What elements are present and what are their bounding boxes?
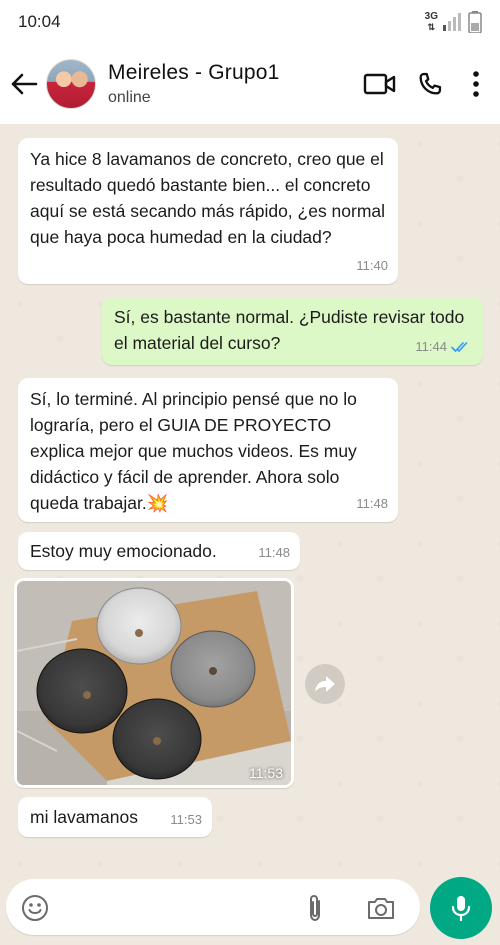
message-meta: 11:53 [170,807,202,833]
more-vertical-icon [473,71,479,97]
chat-area[interactable]: Ya hice 8 lavamanos de concreto, creo qu… [0,124,500,875]
phone-icon [419,72,442,95]
voice-call-button[interactable] [402,62,458,106]
message-time: 11:48 [258,545,290,560]
header-actions [358,62,500,106]
paperclip-icon [310,894,320,922]
camera-icon [368,898,394,919]
network-type-label: 3G [424,11,438,22]
contact-name: Meireles - Grupo1 [108,61,280,84]
network-indicator: 3G ⇅ [424,11,438,33]
data-arrows-icon: ⇅ [427,22,436,32]
message-meta: 11:48 [258,540,290,566]
incoming-message[interactable]: Sí, lo terminé. Al principio pensé que n… [18,378,398,522]
status-time: 10:04 [18,12,61,31]
mic-button[interactable] [430,877,492,939]
message-meta: 11:44 [415,334,471,360]
contact-info[interactable]: Meireles - Grupo1 online [108,61,358,107]
microphone-icon [451,896,471,922]
message-input[interactable] [6,879,420,935]
input-bar [0,875,500,945]
message-text: Sí, lo terminé. Al principio pensé que n… [30,389,357,513]
incoming-message[interactable]: mi lavamanos 11:53 [18,797,212,837]
contact-avatar[interactable] [46,59,96,109]
emoji-icon [22,895,48,921]
sink-photo[interactable]: 11:53 [17,581,291,785]
status-bar: 10:04 3G ⇅ [0,0,500,44]
forward-icon [315,676,335,692]
status-indicators: 3G ⇅ [425,11,482,33]
back-button[interactable] [2,62,46,106]
chat-header: Meireles - Grupo1 online [0,44,500,124]
incoming-message[interactable]: Estoy muy emocionado. 11:48 [18,532,300,570]
arrow-left-icon [11,73,38,95]
emoji-button[interactable] [20,893,50,923]
battery-icon [468,11,482,33]
image-time: 11:53 [249,765,283,781]
message-meta: 11:48 [356,491,388,517]
signal-icon [443,13,461,31]
message-text: Ya hice 8 lavamanos de concreto, creo qu… [30,149,386,247]
message-time: 11:48 [356,496,388,511]
message-text: Estoy muy emocionado. [30,541,217,561]
contact-status: online [108,89,151,106]
message-meta: 11:40 [356,253,388,279]
attach-button[interactable] [300,893,330,923]
camera-button[interactable] [366,893,396,923]
incoming-message[interactable]: Ya hice 8 lavamanos de concreto, creo qu… [18,138,398,284]
message-time: 11:53 [170,812,202,827]
message-time: 11:44 [415,339,447,354]
outgoing-message[interactable]: Sí, es bastante normal. ¿Pudiste revisar… [102,297,483,365]
image-message[interactable]: 11:53 [14,578,294,788]
video-call-button[interactable] [358,62,402,106]
menu-button[interactable] [458,62,494,106]
video-camera-icon [363,73,396,95]
message-time: 11:40 [356,258,388,273]
sinks-image [17,581,291,785]
forward-button[interactable] [305,664,345,704]
double-check-icon [451,342,468,352]
